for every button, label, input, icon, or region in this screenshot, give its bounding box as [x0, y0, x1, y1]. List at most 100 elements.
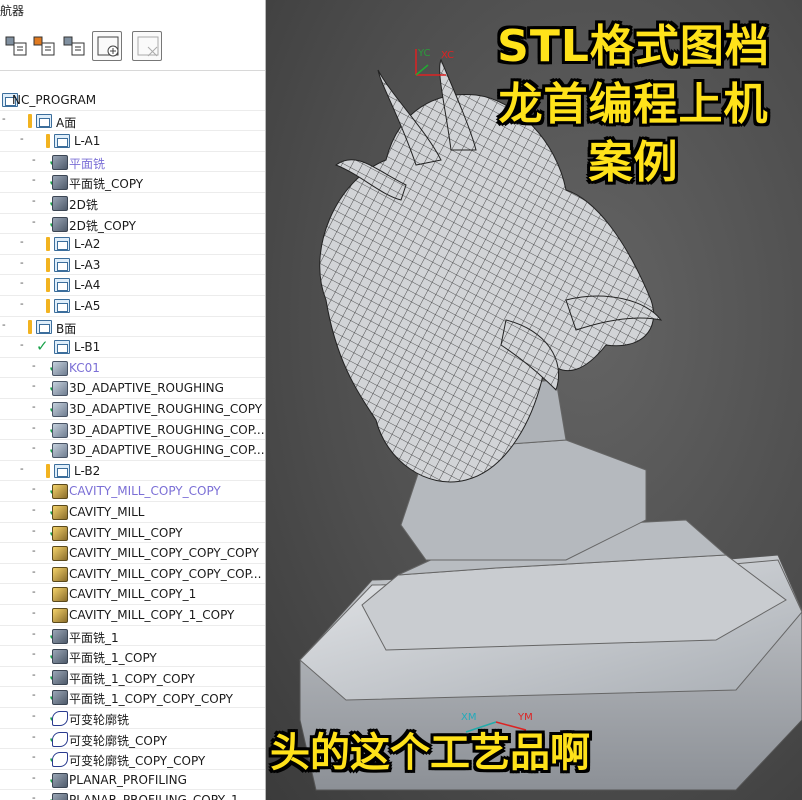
disabled-view-icon[interactable] — [132, 31, 162, 61]
collapse-toggle-icon[interactable]: - — [20, 257, 24, 269]
adaptive-roughing-operation-icon — [52, 381, 68, 397]
collapse-toggle-icon[interactable]: - — [20, 133, 24, 145]
tree-operation-row[interactable]: -✓3D_ADAPTIVE_ROUGHING_COPY — [0, 399, 265, 420]
method-view-icon[interactable] — [92, 31, 122, 61]
tree-operation-row[interactable]: - CAVITY_MILL_COPY_COPY_COP... — [0, 564, 265, 585]
collapse-toggle-icon[interactable]: - — [32, 401, 36, 413]
tree-operation-row[interactable]: -✓CAVITY_MILL_COPY — [0, 523, 265, 544]
tree-operation-row[interactable]: - CAVITY_MILL_COPY_COPY_COPY — [0, 543, 265, 564]
collapse-toggle-icon[interactable]: - — [32, 669, 36, 681]
tree-item-label: 3D_ADAPTIVE_ROUGHING — [69, 381, 224, 396]
tree-operation-row[interactable]: -✓可变轮廓铣_COPY_COPY — [0, 749, 265, 770]
tree-item-label: PLANAR_PROFILING — [69, 772, 187, 787]
tree-operation-row[interactable]: -✓平面铣_1_COPY — [0, 646, 265, 667]
collapse-toggle-icon[interactable]: - — [32, 566, 36, 578]
tree-item-label: CAVITY_MILL_COPY_1 — [69, 587, 197, 602]
collapse-toggle-icon[interactable]: - — [32, 195, 36, 207]
tree-group-row[interactable]: - B面 — [0, 317, 265, 338]
wcs-axis-triad — [415, 49, 446, 76]
collapse-toggle-icon[interactable]: - — [32, 154, 36, 166]
tree-group-row[interactable]: - L-A3 — [0, 255, 265, 276]
collapse-toggle-icon[interactable]: - — [32, 504, 36, 516]
tree-operation-row[interactable]: -✓3D_ADAPTIVE_ROUGHING_COP... — [0, 420, 265, 441]
collapse-toggle-icon[interactable]: - — [32, 731, 36, 743]
collapse-toggle-icon[interactable]: - — [32, 648, 36, 660]
geometry-view-icon[interactable] — [60, 31, 90, 61]
tree-operation-row[interactable]: -✓平面铣_1 — [0, 626, 265, 647]
collapse-toggle-icon[interactable]: - — [32, 689, 36, 701]
tree-operation-row[interactable]: -✓PLANAR_PROFILING — [0, 770, 265, 791]
tree-operation-row[interactable]: -✓平面铣_1_COPY_COPY_COPY — [0, 687, 265, 708]
status-needs-regen-icon — [46, 237, 50, 252]
status-needs-regen-icon — [46, 134, 50, 149]
collapse-toggle-icon[interactable]: - — [32, 545, 36, 557]
tree-operation-row[interactable]: -✓3D_ADAPTIVE_ROUGHING — [0, 378, 265, 399]
collapse-toggle-icon[interactable]: - — [32, 751, 36, 763]
program-order-view-icon[interactable] — [2, 31, 32, 61]
tree-group-row[interactable]: - L-B2 — [0, 461, 265, 482]
axis-label-xc: XC — [441, 50, 455, 61]
tree-item-label: 3D_ADAPTIVE_ROUGHING_COPY — [69, 402, 263, 416]
tree-group-row[interactable]: NC_PROGRAM — [0, 90, 265, 111]
cavity-mill-operation-icon — [52, 587, 68, 603]
overlay-title-line: STL格式图档 — [497, 21, 770, 72]
tree-item-label: L-B1 — [74, 340, 101, 355]
collapse-toggle-icon[interactable]: - — [32, 772, 36, 784]
collapse-toggle-icon[interactable]: - — [20, 298, 24, 310]
collapse-toggle-icon[interactable]: - — [20, 277, 24, 289]
collapse-toggle-icon[interactable]: - — [32, 607, 36, 619]
tree-operation-row[interactable]: -✓平面铣_COPY — [0, 172, 265, 193]
collapse-toggle-icon[interactable]: - — [20, 463, 24, 475]
collapse-toggle-icon[interactable]: - — [32, 525, 36, 537]
tree-operation-row[interactable]: -✓可变轮廓铣_COPY — [0, 729, 265, 750]
adaptive-roughing-operation-icon — [52, 422, 68, 438]
collapse-toggle-icon[interactable]: - — [32, 216, 36, 228]
tree-group-row[interactable]: - L-A5 — [0, 296, 265, 317]
tree-item-label: 平面铣_1_COPY — [69, 651, 157, 666]
machine-tool-view-icon[interactable] — [30, 31, 60, 61]
collapse-toggle-icon[interactable]: - — [32, 710, 36, 722]
tree-operation-row[interactable]: -✓KC01 — [0, 358, 265, 379]
program-folder-icon — [54, 237, 70, 252]
collapse-toggle-icon[interactable]: - — [32, 628, 36, 640]
tree-operation-row[interactable]: -✓3D_ADAPTIVE_ROUGHING_COP... — [0, 440, 265, 461]
collapse-toggle-icon[interactable]: - — [32, 442, 36, 454]
collapse-toggle-icon[interactable]: - — [20, 236, 24, 248]
status-needs-regen-icon — [46, 257, 50, 272]
tree-group-row[interactable]: - ✓ L-B1 — [0, 337, 265, 358]
tree-item-label: A面 — [56, 115, 77, 130]
tree-item-label: CAVITY_MILL_COPY_1_COPY — [69, 608, 235, 622]
tree-operation-row[interactable]: -✓可变轮廓铣 — [0, 708, 265, 729]
collapse-toggle-icon[interactable]: - — [32, 174, 36, 186]
tree-group-row[interactable]: - L-A2 — [0, 234, 265, 255]
tree-operation-row[interactable]: -✓CAVITY_MILL_COPY_COPY — [0, 481, 265, 502]
collapse-toggle-icon[interactable]: - — [20, 339, 24, 351]
tree-operation-row[interactable]: -✓2D铣_COPY — [0, 214, 265, 235]
tree-item-label: CAVITY_MILL_COPY_COPY_COP... — [69, 566, 262, 581]
collapse-toggle-icon[interactable]: - — [2, 113, 6, 125]
tree-operation-row[interactable]: -✓平面铣_1_COPY_COPY — [0, 667, 265, 688]
program-folder-icon — [54, 134, 70, 149]
overlay-title-line: 龙首编程上机 — [498, 79, 769, 130]
tree-operation-row[interactable]: -✓2D铣 — [0, 193, 265, 214]
status-needs-regen-icon — [46, 299, 50, 313]
tree-group-row[interactable]: - L-A1 — [0, 131, 265, 152]
tree-operation-row[interactable]: - CAVITY_MILL_COPY_1_COPY — [0, 605, 265, 626]
collapse-toggle-icon[interactable]: - — [32, 422, 36, 434]
program-folder-icon — [54, 278, 70, 293]
collapse-toggle-icon[interactable]: - — [32, 380, 36, 392]
tree-group-row[interactable]: - A面 — [0, 111, 265, 132]
collapse-toggle-icon[interactable]: - — [32, 792, 36, 800]
graphics-viewport[interactable]: YC XC XM YM STL格式图档 龙首编程上机 案例 头的这个工艺品啊 — [266, 0, 802, 800]
tree-item-label: NC_PROGRAM — [12, 93, 97, 107]
tree-group-row[interactable]: - L-A4 — [0, 275, 265, 296]
tree-operation-row[interactable]: -✓CAVITY_MILL — [0, 502, 265, 523]
tree-operation-row[interactable]: -✓平面铣 — [0, 152, 265, 173]
collapse-toggle-icon[interactable]: - — [32, 483, 36, 495]
collapse-toggle-icon[interactable]: - — [2, 319, 6, 331]
tree-item-label: L-A1 — [74, 134, 101, 149]
tree-operation-row[interactable]: - CAVITY_MILL_COPY_1 — [0, 584, 265, 605]
collapse-toggle-icon[interactable]: - — [32, 586, 36, 598]
tree-operation-row[interactable]: -✓PLANAR_PROFILING_COPY_1 — [0, 790, 265, 800]
collapse-toggle-icon[interactable]: - — [32, 360, 36, 372]
